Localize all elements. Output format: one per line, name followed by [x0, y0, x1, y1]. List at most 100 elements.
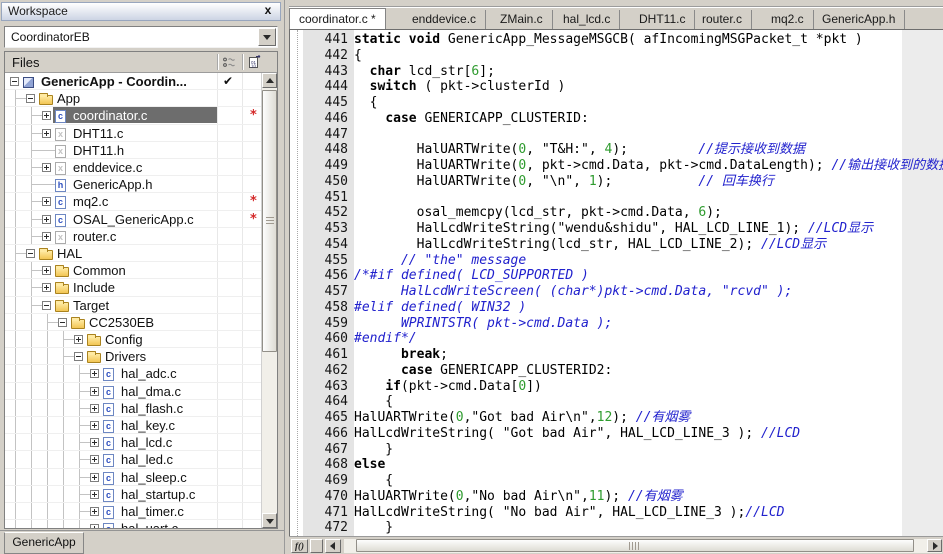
collapse-icon[interactable]: [10, 77, 19, 86]
expand-icon[interactable]: [42, 197, 51, 206]
tree-item-enddevice-c[interactable]: xenddevice.c: [5, 159, 261, 176]
expand-icon[interactable]: [90, 404, 99, 413]
editor-tab-router-c[interactable]: router.c: [693, 10, 752, 29]
arrow-left-icon: [330, 542, 335, 550]
editor-tab-zmain-c[interactable]: ZMain.c: [491, 10, 553, 29]
scrollbar-thumb[interactable]: [262, 90, 277, 352]
tree-item-dht11-h[interactable]: xDHT11.h: [5, 142, 261, 159]
scrollbar-thumb[interactable]: [356, 539, 914, 552]
tree-item-coordinator-c[interactable]: ccoordinator.c*: [5, 107, 261, 124]
expand-icon[interactable]: [42, 129, 51, 138]
scroll-left-button[interactable]: [325, 539, 341, 553]
tree-item-hal-timer-c[interactable]: chal_timer.c: [5, 503, 261, 520]
editor-tab-genericapp-h[interactable]: GenericApp.h: [813, 10, 905, 29]
excluded-file-icon: x: [55, 145, 66, 158]
tree-item-hal[interactable]: HAL: [5, 245, 261, 262]
tree-item-hal-dma-c[interactable]: chal_dma.c: [5, 383, 261, 400]
scroll-right-button[interactable]: [927, 539, 942, 552]
expand-icon[interactable]: [42, 283, 51, 292]
folder-icon: [87, 336, 101, 346]
tree-item-hal-uart-c[interactable]: chal_uart.c: [5, 520, 261, 528]
tree-item-mq2-c[interactable]: cmq2.c*: [5, 193, 261, 210]
line-number: 455: [290, 253, 354, 269]
code-editor-area[interactable]: 441static void GenericApp_MessageMSGCB( …: [289, 29, 943, 536]
scroll-up-button[interactable]: [262, 73, 277, 88]
tree-item-common[interactable]: Common: [5, 262, 261, 279]
line-number: 470: [290, 489, 354, 505]
tree-guide-line: [47, 520, 48, 528]
tree-item-router-c[interactable]: xrouter.c: [5, 228, 261, 245]
scroll-down-button[interactable]: [262, 513, 277, 528]
line-number: 458: [290, 300, 354, 316]
tree-item-drivers[interactable]: Drivers: [5, 348, 261, 365]
close-icon[interactable]: x: [261, 4, 275, 18]
tree-item-osal-genericapp-c[interactable]: cOSAL_GenericApp.c*: [5, 211, 261, 228]
tree-item-label: GenericApp - Coordin...: [41, 74, 187, 89]
expand-icon[interactable]: [90, 421, 99, 430]
collapse-icon[interactable]: [42, 301, 51, 310]
editor-tab-dht11-c[interactable]: DHT11.c: [630, 10, 695, 29]
tree-item-hal-led-c[interactable]: chal_led.c: [5, 451, 261, 468]
dropdown-arrow-button[interactable]: [258, 28, 276, 46]
editor-horizontal-scrollbar[interactable]: f(): [289, 536, 943, 554]
tree-item-hal-flash-c[interactable]: chal_flash.c: [5, 400, 261, 417]
code-line-446: 446 case GENERICAPP_CLUSTERID:: [290, 111, 589, 127]
bookmark-button[interactable]: [310, 539, 323, 553]
code-line-449: 449 HalUARTWrite(0, pkt->cmd.Data, pkt->…: [290, 158, 943, 174]
project-file-tree[interactable]: GenericApp - Coordin...✔Appccoordinator.…: [5, 73, 261, 528]
line-number: 446: [290, 111, 354, 127]
expand-icon[interactable]: [42, 266, 51, 275]
editor-tab-enddevice-c[interactable]: enddevice.c: [403, 10, 486, 29]
tree-vertical-scrollbar[interactable]: [261, 73, 277, 528]
tree-item-label: GenericApp.h: [73, 177, 153, 192]
expand-icon[interactable]: [90, 490, 99, 499]
expand-icon[interactable]: [90, 507, 99, 516]
tree-item-app[interactable]: App: [5, 90, 261, 107]
workspace-tab-bar: GenericApp: [0, 530, 284, 554]
tree-item-cc2530eb[interactable]: CC2530EB: [5, 314, 261, 331]
tree-item-hal-key-c[interactable]: chal_key.c: [5, 417, 261, 434]
workspace-tab-genericapp[interactable]: GenericApp: [4, 532, 84, 554]
tree-item-dht11-c[interactable]: xDHT11.c: [5, 125, 261, 142]
expand-icon[interactable]: [90, 473, 99, 482]
scrollbar-track[interactable]: [344, 539, 942, 553]
tree-item-hal-lcd-c[interactable]: chal_lcd.c: [5, 434, 261, 451]
tree-item-label: mq2.c: [73, 194, 108, 209]
expand-icon[interactable]: [90, 455, 99, 464]
configuration-dropdown[interactable]: CoordinatorEB: [4, 26, 278, 48]
expand-icon[interactable]: [42, 111, 51, 120]
expand-icon[interactable]: [90, 438, 99, 447]
tree-item-include[interactable]: Include: [5, 279, 261, 296]
goto-function-button[interactable]: f(): [291, 539, 308, 553]
expand-icon[interactable]: [42, 163, 51, 172]
files-tree-panel: Files 0110 GenericApp - Coordin...✔Appcc…: [4, 51, 278, 529]
expand-icon[interactable]: [90, 387, 99, 396]
collapse-icon[interactable]: [26, 249, 35, 258]
collapse-icon[interactable]: [74, 352, 83, 361]
editor-tab-hal-lcd-c[interactable]: hal_lcd.c: [554, 10, 620, 29]
tree-item-label: Include: [73, 280, 115, 295]
tree-guide-line: [63, 365, 64, 381]
c-file-icon: c: [103, 472, 114, 485]
collapse-icon[interactable]: [26, 94, 35, 103]
line-number: 459: [290, 316, 354, 332]
expand-icon[interactable]: [74, 335, 83, 344]
tree-item-config[interactable]: Config: [5, 331, 261, 348]
tree-item-genericapp-coordin[interactable]: GenericApp - Coordin...✔: [5, 73, 261, 90]
editor-tab-coordinator-c[interactable]: coordinator.c *: [289, 8, 386, 29]
editor-tab-mq2-c[interactable]: mq2.c: [762, 10, 814, 29]
tree-item-hal-adc-c[interactable]: chal_adc.c: [5, 365, 261, 382]
expand-icon[interactable]: [90, 369, 99, 378]
tree-item-target[interactable]: Target: [5, 297, 261, 314]
tree-guide-line: [47, 331, 48, 347]
tree-item-hal-startup-c[interactable]: chal_startup.c: [5, 486, 261, 503]
tree-item-label: hal_sleep.c: [121, 470, 187, 485]
expand-icon[interactable]: [42, 215, 51, 224]
tree-item-hal-sleep-c[interactable]: c hal_sleep.c: [5, 469, 261, 486]
tree-guide-line: [31, 236, 42, 237]
collapse-icon[interactable]: [58, 318, 67, 327]
tree-item-genericapp-h[interactable]: hGenericApp.h: [5, 176, 261, 193]
folder-icon: [87, 353, 101, 363]
expand-icon[interactable]: [42, 232, 51, 241]
expand-icon[interactable]: [90, 524, 99, 528]
